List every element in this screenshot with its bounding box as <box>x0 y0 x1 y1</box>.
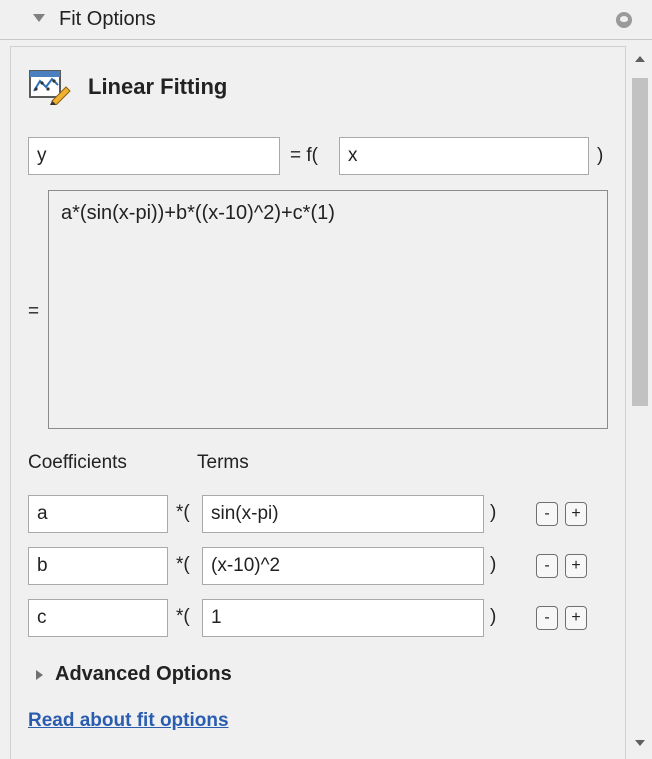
close-paren-label: ) <box>597 145 604 166</box>
section-title: Linear Fitting <box>88 74 228 99</box>
terms-header: Terms <box>197 452 249 473</box>
term-field-c[interactable]: 1 <box>202 599 484 637</box>
add-term-button-a[interactable]: + <box>565 502 587 526</box>
coefficients-header: Coefficients <box>28 452 127 473</box>
expand-arrow-icon[interactable] <box>36 670 43 680</box>
term-field-b[interactable]: (x-10)^2 <box>202 547 484 585</box>
remove-term-button-c[interactable]: - <box>536 606 558 630</box>
coefficient-field-b[interactable]: b <box>28 547 168 585</box>
remove-term-button-b[interactable]: - <box>536 554 558 578</box>
collapse-arrow-icon[interactable] <box>33 14 45 22</box>
row-close-paren: ) <box>490 606 497 627</box>
coefficient-field-c[interactable]: c <box>28 599 168 637</box>
multiply-label: *( <box>176 502 190 523</box>
equals-label: = <box>28 301 40 322</box>
read-about-fit-options-link[interactable]: Read about fit options <box>28 710 229 732</box>
scroll-thumb[interactable] <box>632 78 648 406</box>
linear-fitting-icon <box>29 70 71 105</box>
advanced-options-toggle[interactable]: Advanced Options <box>55 663 232 686</box>
row-close-paren: ) <box>490 554 497 575</box>
panel-menu-icon[interactable] <box>616 12 632 28</box>
equals-f-label: = f( <box>290 145 318 166</box>
remove-term-button-a[interactable]: - <box>536 502 558 526</box>
y-variable-field[interactable]: y <box>28 137 280 175</box>
vertical-scrollbar[interactable] <box>628 46 652 759</box>
add-term-button-b[interactable]: + <box>565 554 587 578</box>
multiply-label: *( <box>176 554 190 575</box>
add-term-button-c[interactable]: + <box>565 606 587 630</box>
term-field-a[interactable]: sin(x-pi) <box>202 495 484 533</box>
x-variable-field[interactable]: x <box>339 137 589 175</box>
scroll-up-arrow-icon[interactable] <box>635 56 645 62</box>
multiply-label: *( <box>176 606 190 627</box>
scroll-down-arrow-icon[interactable] <box>635 740 645 746</box>
row-close-paren: ) <box>490 502 497 523</box>
expression-display: a*(sin(x-pi))+b*((x-10)^2)+c*(1) <box>48 190 608 429</box>
panel-header: Fit Options <box>0 0 652 40</box>
panel-title[interactable]: Fit Options <box>59 8 156 31</box>
coefficient-field-a[interactable]: a <box>28 495 168 533</box>
